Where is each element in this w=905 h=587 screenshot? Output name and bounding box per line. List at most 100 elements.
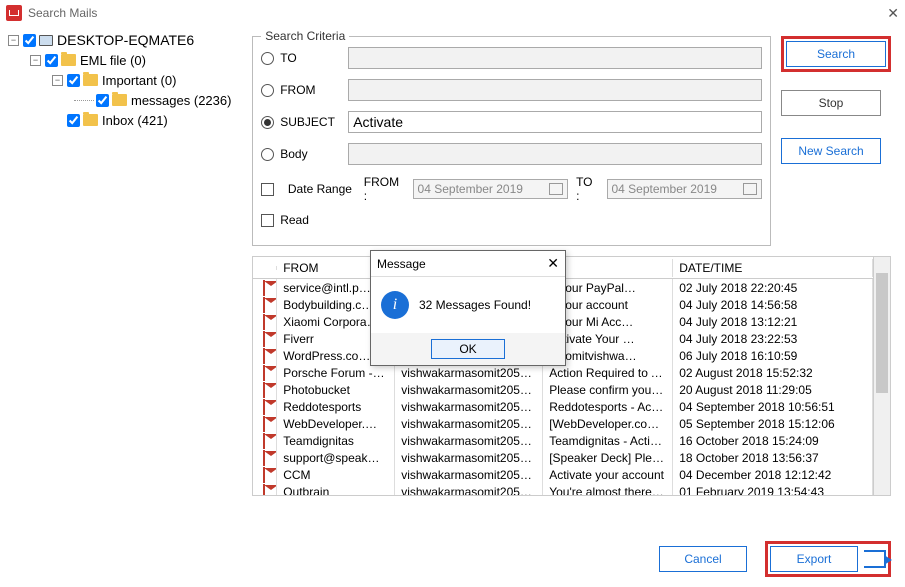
collapse-icon[interactable]: −: [52, 75, 63, 86]
table-row[interactable]: Reddotesportsvishwakarmasomit205…Reddote…: [253, 398, 873, 415]
subject-field[interactable]: [348, 111, 762, 133]
cell-date: 04 July 2018 23:22:53: [673, 330, 873, 348]
cell-subject: [Speaker Deck] Plea…: [543, 449, 673, 467]
from-field[interactable]: [348, 79, 762, 101]
tree-node[interactable]: − EML file (0): [8, 50, 242, 70]
mail-icon: [263, 484, 265, 496]
close-icon[interactable]: ✕: [887, 5, 899, 22]
tree-checkbox[interactable]: [23, 34, 36, 47]
label-to: TO: [280, 51, 348, 65]
footer: Cancel Export: [0, 531, 905, 587]
cell-date: 06 July 2018 16:10:59: [673, 347, 873, 365]
cell-date: 04 July 2018 13:12:21: [673, 313, 873, 331]
label-read: Read: [280, 213, 309, 227]
table-row[interactable]: CCMvishwakarmasomit205…Activate your acc…: [253, 466, 873, 483]
window-title: Search Mails: [28, 6, 97, 20]
tree-node[interactable]: − Important (0): [8, 70, 242, 90]
to-field[interactable]: [348, 47, 762, 69]
label-body: Body: [280, 147, 348, 161]
checkbox-daterange[interactable]: [261, 183, 274, 196]
checkbox-read[interactable]: [261, 214, 274, 227]
highlight-search: Search: [781, 36, 891, 72]
mail-icon: [263, 433, 265, 449]
radio-from[interactable]: [261, 84, 274, 97]
cell-date: 18 October 2018 13:56:37: [673, 449, 873, 467]
dialog-title: Message: [377, 257, 426, 271]
date-to-picker[interactable]: 04 September 2019: [607, 179, 763, 199]
cell-to: vishwakarmasomit205…: [395, 364, 543, 382]
cell-date: 01 February 2019 13:54:43: [673, 483, 873, 496]
cell-subject: You're almost there! …: [543, 483, 673, 496]
cancel-button[interactable]: Cancel: [659, 546, 747, 572]
body-field[interactable]: [348, 143, 762, 165]
date-from-picker[interactable]: 04 September 2019: [413, 179, 569, 199]
scrollbar-thumb[interactable]: [876, 273, 888, 393]
tree-checkbox[interactable]: [45, 54, 58, 67]
radio-to[interactable]: [261, 52, 274, 65]
folder-tree: − DESKTOP-EQMATE6 − EML file (0) − Impor…: [0, 26, 250, 531]
table-row[interactable]: Porsche Forum -…vishwakarmasomit205…Acti…: [253, 364, 873, 381]
tree-label: Inbox (421): [102, 113, 168, 128]
tree-checkbox[interactable]: [96, 94, 109, 107]
table-row[interactable]: WebDeveloper.…vishwakarmasomit205…[WebDe…: [253, 415, 873, 432]
cell-to: vishwakarmasomit205…: [395, 415, 543, 433]
cell-from: Outbrain: [277, 483, 395, 496]
cell-date: 04 July 2018 14:56:58: [673, 296, 873, 314]
label-date-from: FROM :: [364, 175, 405, 203]
mail-icon: [263, 280, 265, 296]
folder-icon: [112, 94, 127, 106]
export-button[interactable]: Export: [770, 546, 858, 572]
tree-label: EML file (0): [80, 53, 146, 68]
stop-button[interactable]: Stop: [781, 90, 881, 116]
tree-label: Important (0): [102, 73, 176, 88]
dialog-titlebar: Message ✕: [371, 251, 565, 277]
collapse-icon[interactable]: −: [8, 35, 19, 46]
mail-icon: [263, 314, 265, 330]
cell-from: CCM: [277, 466, 395, 484]
table-row[interactable]: Photobucketvishwakarmasomit205…Please co…: [253, 381, 873, 398]
tree-checkbox[interactable]: [67, 74, 80, 87]
export-icon[interactable]: [864, 550, 886, 568]
mail-icon: [263, 467, 265, 483]
mail-icon: [263, 416, 265, 432]
calendar-icon: [549, 183, 563, 195]
label-daterange: Date Range: [288, 182, 356, 196]
tree-label: DESKTOP-EQMATE6: [57, 32, 194, 48]
cell-to: vishwakarmasomit205…: [395, 449, 543, 467]
cell-from: Photobucket: [277, 381, 395, 399]
cell-to: vishwakarmasomit205…: [395, 432, 543, 450]
mail-icon: [263, 399, 265, 415]
search-button[interactable]: Search: [786, 41, 886, 67]
desktop-icon: [39, 35, 53, 46]
tree-label: messages (2236): [131, 93, 231, 108]
cell-to: vishwakarmasomit205…: [395, 398, 543, 416]
cell-to: vishwakarmasomit205…: [395, 466, 543, 484]
cell-subject: [WebDeveloper.com…: [543, 415, 673, 433]
scrollbar[interactable]: [873, 257, 890, 495]
app-icon: [6, 5, 22, 21]
table-row[interactable]: support@speak…vishwakarmasomit205…[Speak…: [253, 449, 873, 466]
label-date-to: TO :: [576, 175, 598, 203]
col-datetime[interactable]: DATE/TIME: [673, 259, 873, 277]
tree-checkbox[interactable]: [67, 114, 80, 127]
collapse-icon[interactable]: −: [30, 55, 41, 66]
cell-date: 20 August 2018 11:29:05: [673, 381, 873, 399]
label-subject: SUBJECT: [280, 115, 348, 129]
tree-root[interactable]: − DESKTOP-EQMATE6: [8, 30, 242, 50]
radio-subject[interactable]: [261, 116, 274, 129]
mail-icon: [263, 382, 265, 398]
close-icon[interactable]: ✕: [547, 255, 559, 272]
titlebar: Search Mails ✕: [0, 0, 905, 26]
table-row[interactable]: Teamdignitasvishwakarmasomit205…Teamdign…: [253, 432, 873, 449]
tree-node[interactable]: Inbox (421): [8, 110, 242, 130]
cell-from: support@speak…: [277, 449, 395, 467]
radio-body[interactable]: [261, 148, 274, 161]
mail-icon: [263, 331, 265, 347]
cell-from: Porsche Forum -…: [277, 364, 395, 382]
tree-node[interactable]: messages (2236): [8, 90, 242, 110]
table-row[interactable]: Outbrainvishwakarmasomit205…You're almos…: [253, 483, 873, 495]
new-search-button[interactable]: New Search: [781, 138, 881, 164]
mail-icon: [263, 450, 265, 466]
ok-button[interactable]: OK: [431, 339, 505, 359]
message-dialog: Message ✕ i 32 Messages Found! OK: [370, 250, 566, 366]
